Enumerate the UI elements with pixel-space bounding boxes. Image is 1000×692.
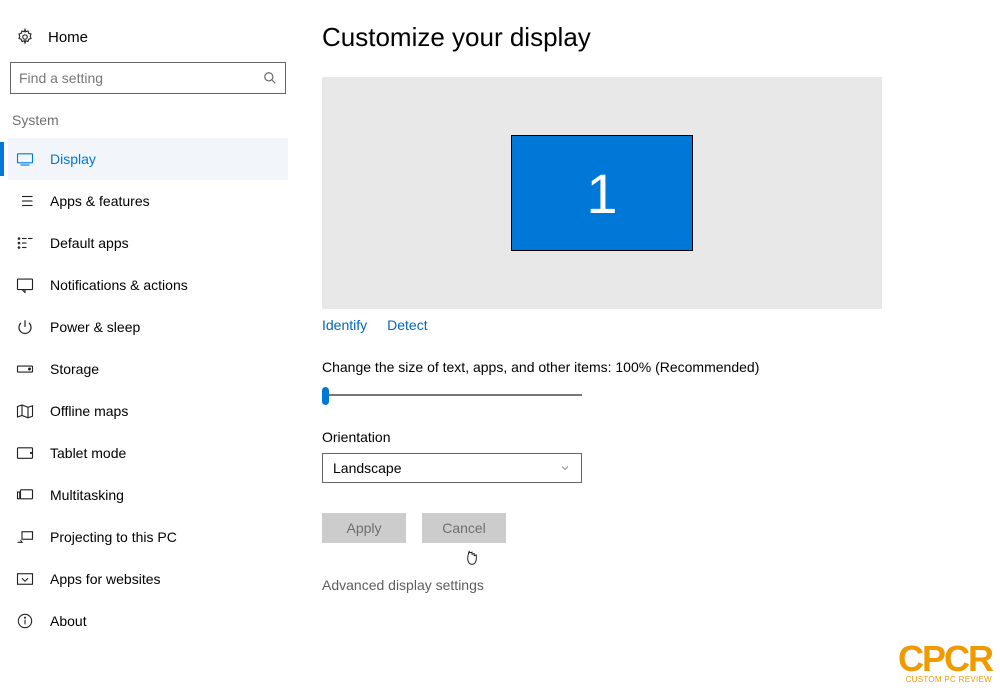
sidebar: Home System Display Apps & features Defa… [0,0,296,692]
nav-item-label: Storage [50,361,99,377]
nav-item-storage[interactable]: Storage [8,348,288,390]
gear-icon [16,28,34,46]
notification-icon [16,276,34,294]
identify-detect-row: Identify Detect [322,317,970,333]
multitasking-icon [16,486,34,504]
nav-item-label: Offline maps [50,403,128,419]
nav-item-display[interactable]: Display [8,138,288,180]
display-icon [16,150,34,168]
nav-item-label: Projecting to this PC [50,529,177,545]
nav-item-projecting[interactable]: Projecting to this PC [8,516,288,558]
apps-websites-icon [16,570,34,588]
nav-item-label: Default apps [50,235,129,251]
info-icon [16,612,34,630]
search-box[interactable] [10,62,286,94]
nav-item-about[interactable]: About [8,600,288,642]
home-button[interactable]: Home [8,22,288,58]
identify-link[interactable]: Identify [322,317,367,333]
home-label: Home [48,29,88,46]
page-title: Customize your display [322,22,970,53]
content-area: Customize your display 1 Identify Detect… [296,0,1000,692]
nav-item-label: Tablet mode [50,445,126,461]
orientation-value: Landscape [333,460,402,476]
nav-item-label: Notifications & actions [50,277,188,293]
map-icon [16,402,34,420]
orientation-label: Orientation [322,429,970,445]
nav-item-offline-maps[interactable]: Offline maps [8,390,288,432]
scale-label: Change the size of text, apps, and other… [322,359,970,375]
advanced-display-settings-link[interactable]: Advanced display settings [322,577,970,593]
button-row: Apply Cancel [322,513,970,543]
nav-item-label: Apps for websites [50,571,161,587]
nav-item-tablet-mode[interactable]: Tablet mode [8,432,288,474]
monitor-1[interactable]: 1 [511,135,693,251]
storage-icon [16,360,34,378]
projecting-icon [16,528,34,546]
detect-link[interactable]: Detect [387,317,427,333]
nav-item-notifications[interactable]: Notifications & actions [8,264,288,306]
slider-thumb[interactable] [322,387,329,405]
cancel-button[interactable]: Cancel [422,513,506,543]
nav-item-label: Power & sleep [50,319,140,335]
nav-item-label: Display [50,151,96,167]
nav-item-label: Multitasking [50,487,124,503]
apply-button[interactable]: Apply [322,513,406,543]
power-icon [16,318,34,336]
nav-item-default-apps[interactable]: Default apps [8,222,288,264]
tablet-icon [16,444,34,462]
nav-item-apps-websites[interactable]: Apps for websites [8,558,288,600]
monitor-preview[interactable]: 1 [322,77,882,309]
nav-item-multitasking[interactable]: Multitasking [8,474,288,516]
scale-slider[interactable] [322,385,582,405]
chevron-down-icon [559,462,571,474]
nav-item-apps-features[interactable]: Apps & features [8,180,288,222]
nav-item-label: Apps & features [50,193,150,209]
nav-item-label: About [50,613,87,629]
category-label: System [8,112,288,138]
nav-item-power-sleep[interactable]: Power & sleep [8,306,288,348]
default-apps-icon [16,234,34,252]
search-input[interactable] [19,70,263,86]
slider-track [326,394,582,396]
orientation-dropdown[interactable]: Landscape [322,453,582,483]
list-icon [16,192,34,210]
search-icon [263,71,277,85]
monitor-number: 1 [586,161,617,226]
